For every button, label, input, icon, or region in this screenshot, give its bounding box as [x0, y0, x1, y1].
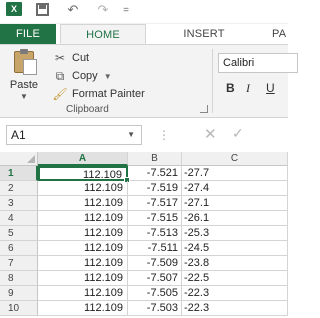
redo-icon[interactable]: ↷	[92, 0, 114, 20]
table-row: 3 112.109 -7.517 -27.1	[0, 196, 288, 211]
clipboard-group-label: Clipboard	[66, 104, 109, 115]
clipboard-icon	[14, 49, 37, 75]
cell-b1[interactable]: -7.521	[128, 166, 182, 181]
table-row: 4 112.109 -7.515 -26.1	[0, 211, 288, 226]
customize-toolbar-icon[interactable]: =	[120, 0, 132, 20]
table-row: 7 112.109 -7.509 -23.8	[0, 256, 288, 271]
tab-file[interactable]: FILE	[0, 24, 56, 44]
formula-bar: A1 ▼ ⋮ ✕ ✓	[0, 118, 288, 152]
cell-c1[interactable]: -27.7	[182, 166, 288, 181]
cell-c6[interactable]: -24.5	[182, 241, 288, 256]
cell-c2[interactable]: -27.4	[182, 181, 288, 196]
font-name-select[interactable]: Calibri	[218, 53, 298, 73]
cell-b8[interactable]: -7.507	[128, 271, 182, 286]
cut-label: Cut	[72, 52, 90, 64]
ribbon-tabs: FILE HOME INSERT PA	[0, 24, 288, 44]
undo-icon[interactable]: ↶	[62, 0, 84, 20]
chevron-down-icon[interactable]: ▼	[127, 126, 135, 144]
bold-button[interactable]: B	[226, 81, 235, 95]
row-header[interactable]: 3	[0, 196, 38, 211]
cell-a6[interactable]: 112.109	[38, 241, 128, 256]
table-row: 6 112.109 -7.511 -24.5	[0, 241, 288, 256]
name-box[interactable]: A1 ▼	[6, 125, 142, 145]
cell-b4[interactable]: -7.515	[128, 211, 182, 226]
format-painter-button[interactable]: 🖌 Format Painter	[52, 85, 145, 103]
scissors-icon: ✂	[54, 51, 66, 65]
underline-button[interactable]: U	[266, 81, 275, 95]
column-header-a[interactable]: A	[38, 152, 128, 166]
row-header[interactable]: 2	[0, 181, 38, 196]
row-header[interactable]: 4	[0, 211, 38, 226]
row-header[interactable]: 6	[0, 241, 38, 256]
cell-b6[interactable]: -7.511	[128, 241, 182, 256]
row-header[interactable]: 5	[0, 226, 38, 241]
cell-b5[interactable]: -7.513	[128, 226, 182, 241]
cell-a10[interactable]: 112.109	[38, 301, 128, 316]
table-row: 2 112.109 -7.519 -27.4	[0, 181, 288, 196]
table-row: 9 112.109 -7.505 -22.3	[0, 286, 288, 301]
cell-a2[interactable]: 112.109	[38, 181, 128, 196]
tab-page-layout[interactable]: PA	[272, 24, 302, 44]
copy-label: Copy	[72, 70, 98, 82]
cell-c3[interactable]: -27.1	[182, 196, 288, 211]
dialog-launcher-icon[interactable]	[200, 105, 208, 113]
cell-b3[interactable]: -7.517	[128, 196, 182, 211]
tab-insert[interactable]: INSERT	[176, 24, 232, 44]
cell-a5[interactable]: 112.109	[38, 226, 128, 241]
chevron-down-icon[interactable]: ▼	[104, 72, 112, 81]
save-icon[interactable]	[36, 3, 49, 16]
cell-c9[interactable]: -22.3	[182, 286, 288, 301]
name-box-value: A1	[11, 128, 26, 142]
cell-c7[interactable]: -23.8	[182, 256, 288, 271]
group-divider	[212, 49, 213, 113]
cell-c4[interactable]: -26.1	[182, 211, 288, 226]
cell-b9[interactable]: -7.505	[128, 286, 182, 301]
row-header[interactable]: 9	[0, 286, 38, 301]
table-row: 1 112.109 -7.521 -27.7	[0, 166, 288, 183]
resize-handle-icon[interactable]: ⋮	[158, 128, 170, 142]
table-row: 10 112.109 -7.503 -22.3	[0, 301, 288, 316]
cell-b2[interactable]: -7.519	[128, 181, 182, 196]
row-header[interactable]: 7	[0, 256, 38, 271]
select-all-button[interactable]	[0, 152, 38, 166]
cancel-icon[interactable]: ✕	[204, 125, 217, 143]
table-row: 5 112.109 -7.513 -25.3	[0, 226, 288, 241]
cell-a1[interactable]: 112.109	[38, 166, 128, 181]
tab-home[interactable]: HOME	[60, 24, 146, 44]
cell-a3[interactable]: 112.109	[38, 196, 128, 211]
paintbrush-icon: 🖌	[52, 87, 68, 101]
excel-logo-letter: X	[10, 4, 17, 14]
italic-button[interactable]: I	[246, 81, 250, 96]
cell-c5[interactable]: -25.3	[182, 226, 288, 241]
column-header-b[interactable]: B	[128, 152, 182, 166]
ribbon-home-panel: Paste ▼ ✂ Cut ⧉ Copy ▼ 🖌 Format Painter …	[0, 44, 298, 118]
cell-c10[interactable]: -22.3	[182, 301, 288, 316]
copy-button[interactable]: ⧉ Copy ▼	[52, 67, 112, 85]
format-painter-label: Format Painter	[72, 88, 145, 100]
paste-button[interactable]: Paste ▼	[4, 49, 44, 101]
paste-label: Paste	[9, 79, 39, 91]
table-row: 8 112.109 -7.507 -22.5	[0, 271, 288, 286]
chevron-down-icon[interactable]: ▼	[4, 92, 44, 101]
cell-a4[interactable]: 112.109	[38, 211, 128, 226]
quick-access-toolbar: X ↶ ↷ =	[0, 0, 288, 24]
cell-c8[interactable]: -22.5	[182, 271, 288, 286]
excel-logo-icon: X	[6, 2, 22, 16]
copy-icon: ⧉	[55, 68, 65, 83]
cell-a7[interactable]: 112.109	[38, 256, 128, 271]
cut-button[interactable]: ✂ Cut	[52, 49, 89, 67]
row-header[interactable]: 10	[0, 301, 38, 316]
column-header-c[interactable]: C	[182, 152, 288, 166]
cell-a8[interactable]: 112.109	[38, 271, 128, 286]
cell-b10[interactable]: -7.503	[128, 301, 182, 316]
cell-a9[interactable]: 112.109	[38, 286, 128, 301]
spreadsheet-grid: A B C 1 112.109 -7.521 -27.7 2 112.109 -…	[0, 152, 288, 318]
enter-icon[interactable]: ✓	[232, 125, 244, 142]
cell-b7[interactable]: -7.509	[128, 256, 182, 271]
row-header[interactable]: 1	[0, 166, 38, 181]
row-header[interactable]: 8	[0, 271, 38, 286]
